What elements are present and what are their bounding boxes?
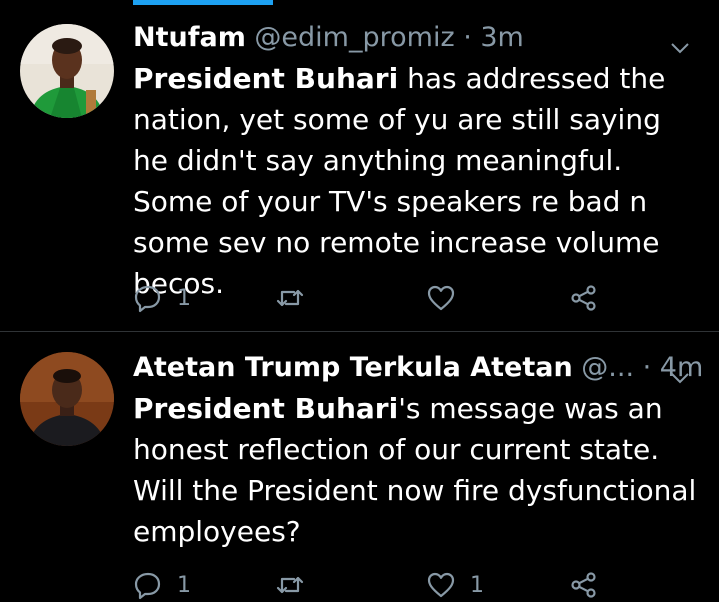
display-name[interactable]: Atetan Trump Terkula Atetan [133,352,573,383]
tweet-header: Atetan Trump Terkula Atetan @... · 4m [133,348,703,388]
tweet-text-bold: President Buhari [133,392,399,425]
reply-icon [133,283,163,313]
reply-count: 1 [177,572,191,598]
separator: · [634,352,660,383]
heart-icon [426,283,456,313]
heart-icon [426,570,456,600]
handle[interactable]: @edim_promiz [254,22,454,53]
active-tab-indicator [133,0,273,5]
share-button[interactable] [569,568,599,602]
avatar[interactable] [20,24,114,118]
retweet-button[interactable] [275,281,319,315]
reply-icon [133,570,163,600]
separator: · [454,22,481,53]
display-name[interactable]: Ntufam [133,22,246,53]
share-button[interactable] [569,281,599,315]
share-icon [569,570,599,600]
tweet-text-bold: President Buhari [133,62,399,95]
retweet-icon [275,570,305,600]
chevron-down-icon[interactable] [669,28,691,54]
retweet-button[interactable] [275,568,319,602]
reply-count: 1 [177,285,191,311]
tweet[interactable]: Ntufam @edim_promiz · 3m President Buhar… [0,14,719,331]
avatar[interactable] [20,352,114,446]
tweet-text-rest: has addressed the nation, yet some of yu… [133,62,666,300]
tweet[interactable]: Atetan Trump Terkula Atetan @... · 4m Pr… [0,332,719,602]
tweet-actions: 1 [133,281,613,315]
handle[interactable]: @... [581,352,634,383]
tweet-header: Ntufam @edim_promiz · 3m [133,18,699,58]
tweet-actions: 1 1 [133,568,613,602]
like-button[interactable]: 1 [426,568,484,602]
timestamp[interactable]: 3m [480,22,523,53]
retweet-icon [275,283,305,313]
reply-button[interactable]: 1 [133,568,191,602]
like-button[interactable] [426,281,470,315]
tweet-text: President Buhari has addressed the natio… [133,58,703,304]
share-icon [569,283,599,313]
reply-button[interactable]: 1 [133,281,191,315]
chevron-down-icon[interactable] [669,358,691,384]
tweet-text: President Buhari's message was an honest… [133,388,703,552]
like-count: 1 [470,572,484,598]
